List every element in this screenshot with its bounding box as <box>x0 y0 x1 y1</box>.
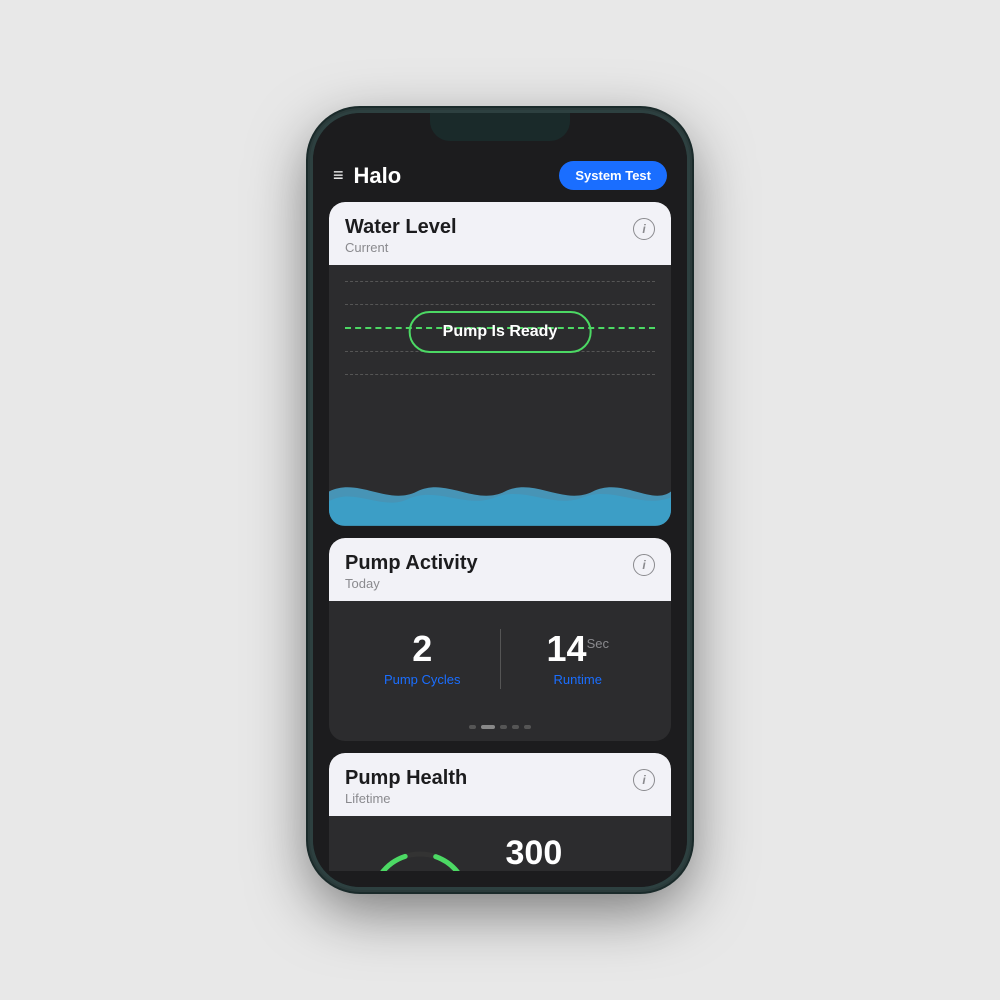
water-level-body: Pump Is Ready <box>329 265 671 526</box>
pump-health-subtitle: Lifetime <box>345 791 467 806</box>
menu-icon[interactable]: ≡ <box>333 165 344 186</box>
dot-3 <box>500 725 507 729</box>
total-cycles-value: 300 <box>506 836 656 870</box>
total-cycles-stat: 300 Total Cycles <box>506 836 656 871</box>
water-wave <box>329 471 671 526</box>
dashed-line-4 <box>345 374 655 375</box>
health-circle-block: Excellent <box>345 847 495 871</box>
dashed-line-2 <box>345 304 655 305</box>
pump-health-title-group: Pump Health Lifetime <box>345 767 467 806</box>
water-level-title-group: Water Level Current <box>345 216 457 255</box>
dashed-line-1 <box>345 281 655 282</box>
dot-4 <box>512 725 519 729</box>
pump-cycles-value: 2 <box>345 631 500 667</box>
system-test-button[interactable]: System Test <box>559 161 667 190</box>
pump-activity-card-header: Pump Activity Today i <box>329 538 671 601</box>
pump-ready-button[interactable]: Pump Is Ready <box>409 311 592 353</box>
pump-activity-info-icon[interactable]: i <box>633 554 655 576</box>
water-level-title: Water Level <box>345 216 457 239</box>
runtime-label: Runtime <box>501 672 656 687</box>
pump-health-info-icon[interactable]: i <box>633 769 655 791</box>
pagination-dots <box>329 717 671 741</box>
health-circle-svg <box>365 847 475 871</box>
dot-2-active <box>481 725 495 729</box>
water-level-card-header: Water Level Current i <box>329 202 671 265</box>
dot-1 <box>469 725 476 729</box>
water-level-subtitle: Current <box>345 240 457 255</box>
water-level-card: Water Level Current i Pump Is Ready <box>329 202 671 526</box>
pump-health-body: Excellent 300 Total Cycles <box>329 816 671 871</box>
header-left: ≡ Halo <box>333 163 401 189</box>
runtime-value: 14Sec <box>501 631 656 667</box>
phone-frame: ≡ Halo System Test Water Level Current i <box>310 110 690 890</box>
pump-activity-title-group: Pump Activity Today <box>345 552 478 591</box>
screen: ≡ Halo System Test Water Level Current i <box>313 113 687 887</box>
runtime-unit: Sec <box>587 636 609 651</box>
pump-cycles-stat: 2 Pump Cycles <box>345 621 500 697</box>
notch <box>430 113 570 141</box>
app-content: ≡ Halo System Test Water Level Current i <box>313 113 687 887</box>
dot-5 <box>524 725 531 729</box>
health-stats-block: 300 Total Cycles 35Min Total Runtime <box>496 836 656 871</box>
pump-health-card-header: Pump Health Lifetime i <box>329 753 671 816</box>
app-header: ≡ Halo System Test <box>313 153 687 202</box>
pump-activity-card: Pump Activity Today i 2 Pump Cycles <box>329 538 671 741</box>
runtime-stat: 14Sec Runtime <box>501 621 656 697</box>
pump-health-title: Pump Health <box>345 767 467 790</box>
pump-activity-body: 2 Pump Cycles 14Sec Runtime <box>329 601 671 717</box>
pump-activity-title: Pump Activity <box>345 552 478 575</box>
scroll-content[interactable]: Water Level Current i Pump Is Ready <box>313 202 687 871</box>
pump-cycles-label: Pump Cycles <box>345 672 500 687</box>
pump-health-card: Pump Health Lifetime i <box>329 753 671 871</box>
wave-svg <box>329 472 671 526</box>
water-level-info-icon[interactable]: i <box>633 218 655 240</box>
water-lines-container: Pump Is Ready <box>329 281 671 461</box>
app-title: Halo <box>354 163 402 189</box>
health-circle-container: Excellent <box>365 847 475 871</box>
pump-activity-subtitle: Today <box>345 576 478 591</box>
